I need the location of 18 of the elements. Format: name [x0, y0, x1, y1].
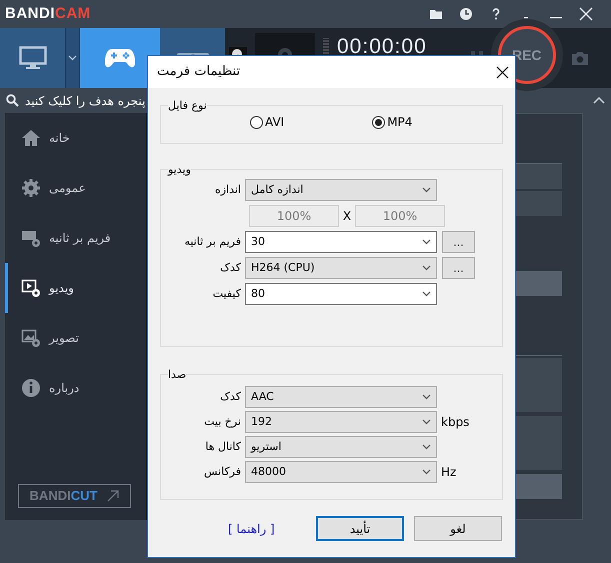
field-label: نرخ بیت [203, 416, 242, 427]
unit-label: Hz [441, 466, 456, 478]
unit-label: kbps [441, 416, 470, 428]
dialog-title: تنظیمات فرمت [157, 63, 240, 82]
separator-label: X [342, 208, 352, 225]
field-label: کدک [219, 391, 242, 402]
search-hint: پنجره هدف را کلیک کنید [25, 92, 146, 110]
field-label: فرکانس [202, 466, 242, 477]
group-label: نوع فایل [168, 100, 207, 111]
field-label: کدک [219, 260, 242, 276]
field-label: فریم بر ثانیه [183, 234, 242, 250]
timer: 00:00:00 [337, 36, 427, 57]
field-label: کیفیت [212, 286, 242, 302]
group-label: ویدیو [168, 164, 191, 175]
field-label: کانال ها [204, 441, 242, 452]
field-label: اندازه [214, 182, 242, 198]
app-logo: BANDICAM [4, 4, 91, 24]
group-label: صدا [168, 369, 186, 380]
